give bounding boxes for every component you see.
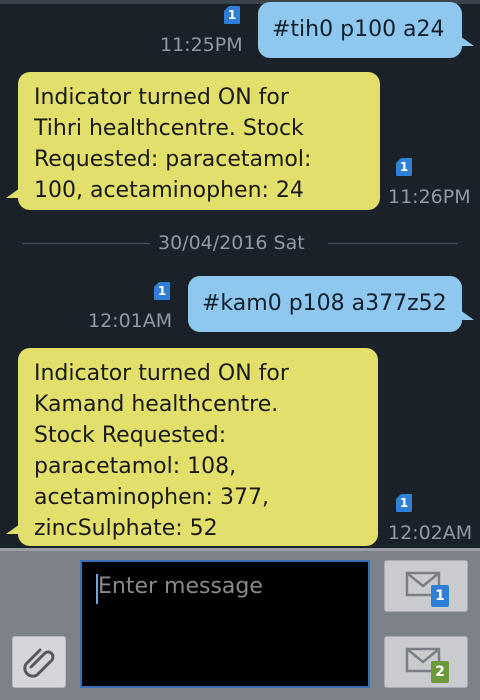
sim-card-icon: 1 [396,158,412,176]
sim-card-icon: 1 [154,282,170,300]
envelope-send-icon [405,647,441,673]
outgoing-message-bubble[interactable]: #kam0 p108 a377z52 [188,276,474,332]
message-line: Requested: paracetamol: [34,147,312,172]
send-sim1-button[interactable]: 1 [384,560,468,612]
message-text: #tih0 p100 a24 [272,17,445,42]
message-line: paracetamol: 108, [34,454,237,479]
incoming-message-bubble[interactable]: Indicator turned ON for Tihri healthcent… [6,72,380,210]
message-text: #kam0 p108 a377z52 [202,291,447,316]
send-sim2-button[interactable]: 2 [384,636,468,688]
date-divider-text: 30/04/2016 Sat [158,232,305,254]
message-line: 100, acetaminophen: 24 [34,178,304,203]
incoming-message-bubble[interactable]: Indicator turned ON for Kamand healthcen… [6,348,378,546]
message-timestamp: 11:26PM [388,186,471,208]
sim2-badge: 2 [431,661,449,683]
message-line: Kamand healthcentre. [34,392,279,417]
envelope-send-icon [405,571,441,597]
composer-bar: Enter message 1 2 [0,548,480,700]
conversation-list[interactable]: 1 11:25PM #tih0 p100 a24 Indicator turne… [0,0,480,548]
sim-card-icon: 1 [224,6,240,24]
sim-card-icon: 1 [396,494,412,512]
paperclip-icon [23,648,55,678]
divider-line [328,243,458,244]
message-line: acetaminophen: 377, [34,485,269,510]
message-line: Tihri healthcentre. Stock [34,116,304,141]
sim1-badge: 1 [431,585,449,607]
message-line: Indicator turned ON for [34,85,289,110]
attach-button[interactable] [12,636,66,688]
composer-divider [0,548,480,551]
outgoing-message-bubble[interactable]: #tih0 p100 a24 [258,2,474,58]
message-input[interactable]: Enter message [80,560,370,688]
divider-line [22,243,150,244]
message-timestamp: 12:01AM [88,310,173,332]
date-divider: 30/04/2016 Sat [22,232,458,254]
message-timestamp: 11:25PM [160,34,243,56]
message-line: Stock Requested: [34,423,227,448]
message-line: zincSulphate: 52 [34,516,218,541]
message-input-placeholder: Enter message [98,574,263,599]
message-timestamp: 12:02AM [388,522,473,544]
message-line: Indicator turned ON for [34,361,289,386]
